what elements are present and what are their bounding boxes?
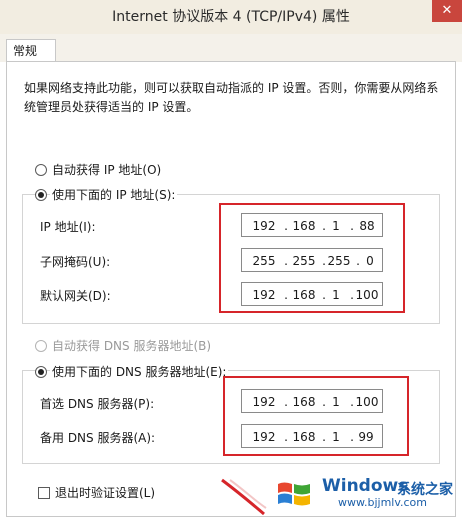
windows-logo-icon — [278, 482, 310, 506]
validate-label[interactable]: 退出时验证设置(L) — [55, 485, 155, 501]
swoosh-icon — [221, 478, 267, 516]
manual-ip-radio[interactable] — [35, 189, 47, 201]
close-icon: ✕ — [441, 3, 453, 18]
validate-checkbox[interactable] — [38, 487, 50, 499]
auto-dns-label: 自动获得 DNS 服务器地址(B) — [52, 339, 212, 353]
close-button[interactable]: ✕ — [432, 0, 462, 22]
ip-highlight-box — [219, 203, 405, 313]
tab-general[interactable]: 常规 — [6, 39, 56, 62]
manual-ip-label[interactable]: 使用下面的 IP 地址(S): — [50, 187, 178, 203]
auto-dns-radio — [35, 340, 47, 352]
ip-address-label: IP 地址(I): — [40, 220, 96, 234]
window-title: Internet 协议版本 4 (TCP/IPv4) 属性 — [112, 9, 350, 25]
manual-dns-label[interactable]: 使用下面的 DNS 服务器地址(E): — [50, 364, 229, 380]
alternate-dns-label: 备用 DNS 服务器(A): — [40, 431, 156, 445]
title-bar: Internet 协议版本 4 (TCP/IPv4) 属性 ✕ — [0, 0, 462, 35]
auto-ip-label[interactable]: 自动获得 IP 地址(O) — [52, 162, 161, 178]
default-gateway-label: 默认网关(D): — [40, 289, 111, 303]
watermark-brand: Windows — [322, 476, 409, 496]
description-text: 如果网络支持此功能，则可以获取自动指派的 IP 设置。否则，你需要从网络系统管理… — [24, 81, 439, 114]
subnet-mask-label: 子网掩码(U): — [40, 255, 111, 269]
dns-highlight-box — [223, 376, 409, 456]
auto-ip-radio[interactable] — [35, 164, 47, 176]
watermark-url: www.bjjmlv.com — [338, 496, 427, 509]
preferred-dns-label: 首选 DNS 服务器(P): — [40, 397, 155, 411]
tab-strip: 常规 — [0, 34, 462, 62]
watermark: Windows 系统之家 www.bjjmlv.com — [274, 474, 460, 514]
manual-dns-radio[interactable] — [35, 366, 47, 378]
